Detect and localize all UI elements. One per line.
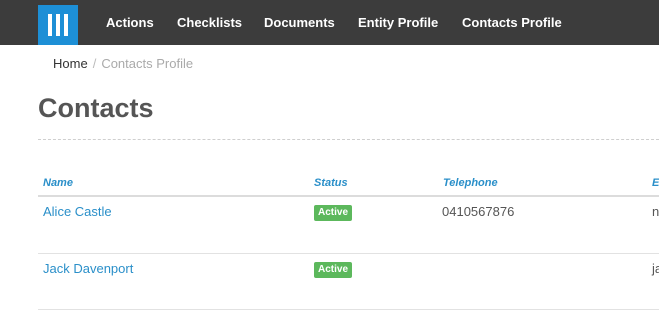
nav-documents[interactable]: Documents <box>264 15 335 30</box>
nav-contacts-profile[interactable]: Contacts Profile <box>462 15 562 30</box>
title-divider <box>38 139 659 140</box>
nav-entity-profile[interactable]: Entity Profile <box>358 15 438 30</box>
breadcrumb-separator: / <box>92 56 97 71</box>
column-header-email[interactable]: E <box>652 177 659 189</box>
breadcrumb-home[interactable]: Home <box>53 56 88 71</box>
row-divider <box>38 253 659 254</box>
contact-name-link[interactable]: Jack Davenport <box>43 261 133 276</box>
nav-checklists[interactable]: Checklists <box>177 15 242 30</box>
status-badge: Active <box>314 262 353 278</box>
page-title: Contacts <box>38 93 154 123</box>
breadcrumb-current: Contacts Profile <box>101 56 194 71</box>
column-header-name[interactable]: Name <box>43 177 73 189</box>
contact-email: ja <box>652 261 659 276</box>
column-header-status[interactable]: Status <box>314 177 348 189</box>
top-navbar: Actions Checklists Documents Entity Prof… <box>0 0 659 45</box>
logo-bar <box>64 14 68 36</box>
contact-email: n <box>652 204 659 219</box>
nav-actions[interactable]: Actions <box>106 15 154 30</box>
table-header-divider <box>38 195 659 197</box>
logo-bar <box>56 14 60 36</box>
breadcrumb: Home / Contacts Profile <box>53 56 193 71</box>
logo-bar <box>48 14 52 36</box>
row-divider <box>38 309 659 310</box>
column-header-telephone[interactable]: Telephone <box>443 177 498 189</box>
contact-telephone: 0410567876 <box>442 204 515 219</box>
contact-name-link[interactable]: Alice Castle <box>43 204 112 219</box>
app-logo-icon[interactable] <box>38 5 78 45</box>
status-badge: Active <box>314 205 353 221</box>
